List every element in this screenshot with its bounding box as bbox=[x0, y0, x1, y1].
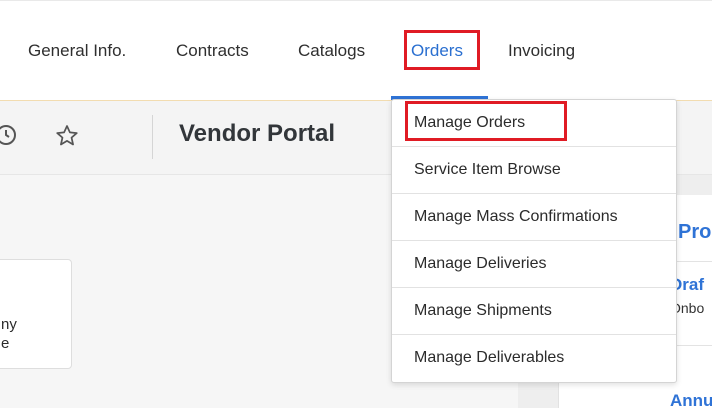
page-title: Vendor Portal bbox=[179, 120, 336, 147]
shell-divider bbox=[152, 115, 153, 159]
menu-item-label: Manage Shipments bbox=[414, 302, 552, 319]
star-icon-svg bbox=[56, 125, 78, 146]
nav-item-general-info[interactable]: General Info. bbox=[28, 41, 126, 61]
right-card-link-2[interactable]: Annu bbox=[670, 391, 712, 411]
menu-item-label: Manage Mass Confirmations bbox=[414, 208, 618, 225]
menu-item-label: Manage Deliverables bbox=[414, 349, 565, 366]
nav-item-invoicing[interactable]: Invoicing bbox=[508, 41, 575, 61]
left-tile-text-1: ny bbox=[1, 316, 17, 333]
nav-item-catalogs[interactable]: Catalogs bbox=[298, 41, 365, 61]
manage-orders-highlight-box bbox=[405, 101, 567, 141]
history-icon[interactable] bbox=[0, 123, 18, 154]
menu-item-manage-deliveries[interactable]: Manage Deliveries bbox=[392, 241, 676, 288]
top-navigation: General Info. Contracts Catalogs Orders … bbox=[0, 0, 712, 102]
orders-dropdown-menu: Manage Orders Service Item Browse Manage… bbox=[391, 99, 677, 383]
menu-item-label: Manage Deliveries bbox=[414, 255, 547, 272]
menu-item-label: Service Item Browse bbox=[414, 161, 561, 178]
menu-item-manage-mass-confirmations[interactable]: Manage Mass Confirmations bbox=[392, 194, 676, 241]
history-icon-svg bbox=[0, 125, 16, 145]
menu-item-manage-shipments[interactable]: Manage Shipments bbox=[392, 288, 676, 335]
menu-item-manage-deliverables[interactable]: Manage Deliverables bbox=[392, 335, 676, 382]
menu-item-service-item-browse[interactable]: Service Item Browse bbox=[392, 147, 676, 194]
nav-item-contracts[interactable]: Contracts bbox=[176, 41, 249, 61]
star-icon[interactable] bbox=[54, 123, 80, 156]
right-card-title: Pro bbox=[678, 221, 712, 243]
orders-highlight-box bbox=[404, 30, 480, 70]
left-tile[interactable]: ny e bbox=[0, 259, 72, 369]
left-tile-text-2: e bbox=[1, 335, 10, 352]
